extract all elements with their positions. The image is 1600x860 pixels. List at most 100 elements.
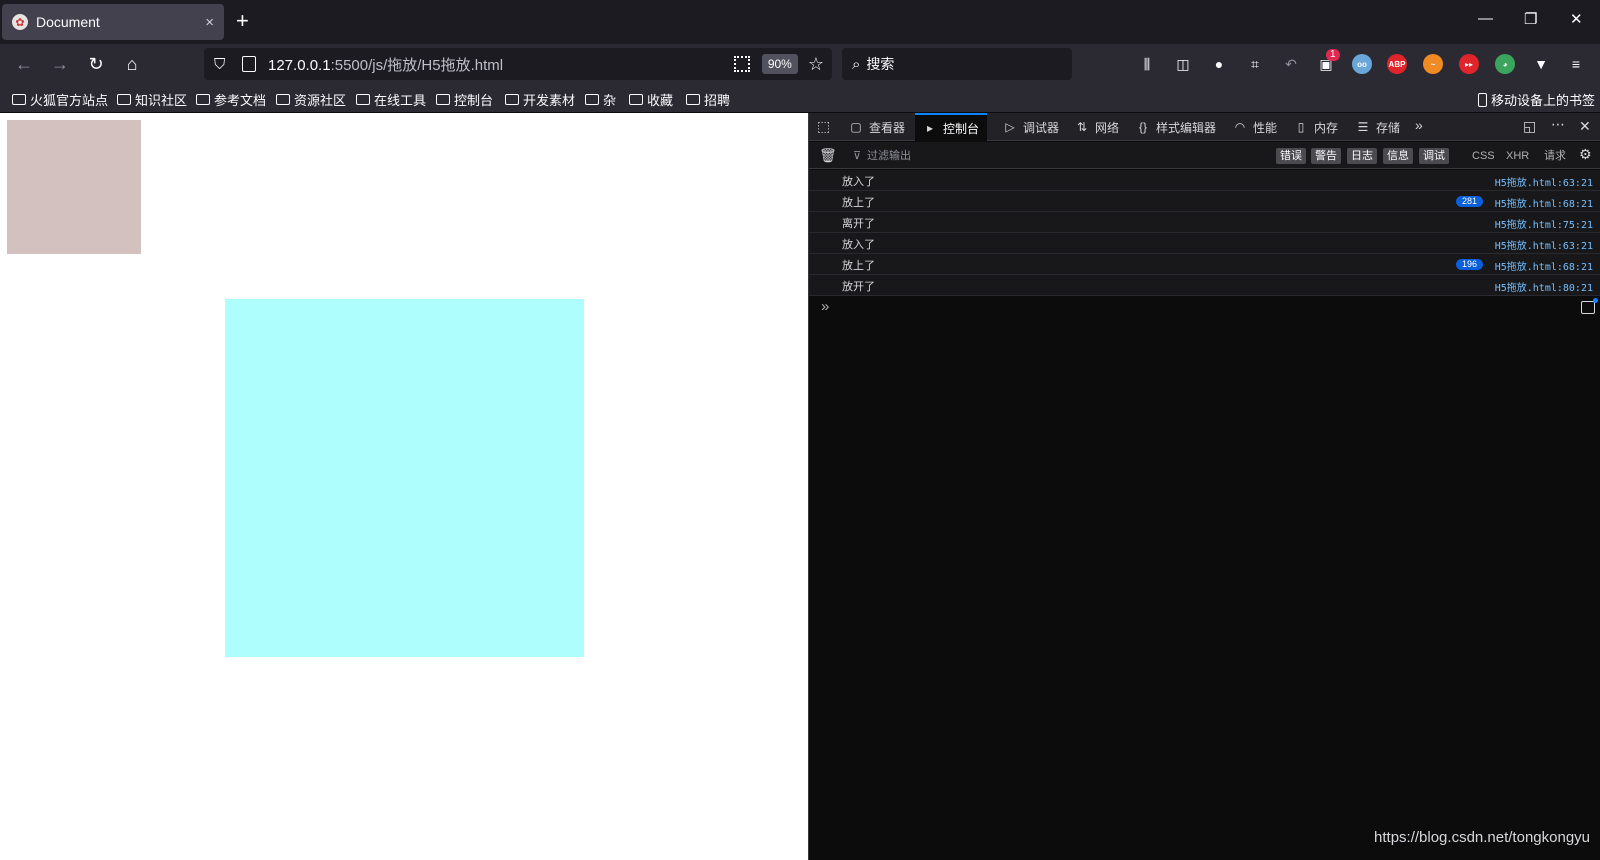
folder-icon [585, 94, 599, 105]
minimize-button[interactable]: — [1478, 10, 1493, 27]
log-source-link[interactable]: H5拖放.html:63:21 [1495, 237, 1593, 252]
tab-memory[interactable]: ▯ 内存 [1288, 113, 1344, 141]
tab-console[interactable]: ▸ 控制台 [915, 113, 988, 141]
console-log: 放入了 H5拖放.html:63:21 放上了 281 H5拖放.html:68… [809, 170, 1600, 296]
tab-debugger[interactable]: ▷ 调试器 [997, 113, 1065, 141]
tab-storage[interactable]: ☰ 存储 [1350, 113, 1406, 141]
bookmark-label: 资源社区 [294, 93, 347, 108]
repeat-count-badge: 196 [1455, 259, 1483, 270]
owl-extension-icon[interactable]: oo [1352, 54, 1372, 74]
log-source-link[interactable]: H5拖放.html:75:21 [1495, 216, 1593, 231]
browser-tab[interactable]: ✿ Document × [2, 4, 224, 40]
tab-performance[interactable]: ◠ 性能 [1227, 113, 1283, 141]
level-errors[interactable]: 错误 [1276, 148, 1306, 164]
orange-extension-icon[interactable]: ~ [1423, 54, 1443, 74]
search-bar[interactable]: ⌕ 搜索 [842, 48, 1072, 80]
trash-icon[interactable]: 🗑 [819, 147, 837, 164]
reload-button[interactable]: ↻ [84, 52, 108, 76]
zoom-indicator[interactable]: 90% [761, 54, 798, 74]
tab-label: 内存 [1314, 120, 1339, 135]
menu-icon[interactable]: ≡ [1566, 54, 1586, 74]
bookmark-label: 在线工具 [374, 93, 427, 108]
bookmark-folder[interactable]: 知识社区 [117, 90, 187, 109]
tab-close-icon[interactable]: × [205, 14, 214, 31]
watermark: https://blog.csdn.net/tongkongyu [1374, 829, 1590, 846]
tab-title: Document [36, 14, 100, 30]
gear-icon[interactable]: ⚙ [1579, 146, 1592, 163]
folder-icon [276, 94, 290, 105]
home-button[interactable]: ⌂ [120, 52, 144, 76]
bookmark-label: 杂 [603, 93, 617, 108]
address-bar[interactable]: ⛉ 127.0.0.1:5500/js/拖放/H5拖放.html 90% ☆ [204, 48, 832, 80]
log-source-link[interactable]: H5拖放.html:80:21 [1495, 279, 1593, 294]
back-button[interactable]: ← [12, 52, 36, 76]
more-tabs-icon[interactable]: » [1415, 117, 1423, 133]
window-close-button[interactable]: ✕ [1570, 10, 1583, 28]
devtools-panel: ⬚ ▢ 查看器 ▸ 控制台 ▷ 调试器 ⇅ 网络 {} 样式编辑器 ◠ 性能 ▯ 内存 ☰ 存储… [808, 113, 1600, 860]
log-row: 放入了 H5拖放.html:63:21 [809, 170, 1600, 191]
level-debug[interactable]: 调试 [1419, 148, 1449, 164]
bookmark-label: 开发素材 [523, 93, 576, 108]
page-icon [242, 56, 256, 72]
tab-inspector[interactable]: ▢ 查看器 [843, 113, 911, 141]
mobile-bookmarks[interactable]: 移动设备上的书签 [1478, 90, 1595, 109]
color-extension-icon[interactable]: ◕ [1495, 54, 1515, 74]
dock-icon[interactable]: ◱ [1523, 118, 1536, 135]
video-extension-icon[interactable]: ▸▸ [1459, 54, 1479, 74]
level-warnings[interactable]: 警告 [1311, 148, 1341, 164]
bookmark-folder[interactable]: 杂 [585, 90, 616, 109]
level-logs[interactable]: 日志 [1347, 148, 1377, 164]
drop-target-box[interactable] [225, 299, 584, 657]
tab-label: 查看器 [869, 120, 906, 135]
vimium-icon[interactable]: ▼ [1531, 54, 1551, 74]
memory-icon: ▯ [1297, 120, 1305, 134]
filter-input[interactable]: 过滤输出 [867, 148, 911, 164]
filter-requests[interactable]: 请求 [1544, 148, 1566, 164]
bookmark-folder[interactable]: 资源社区 [276, 90, 346, 109]
storage-icon: ☰ [1357, 120, 1369, 134]
library-icon[interactable]: ⫼ [1137, 54, 1157, 74]
split-editor-icon[interactable] [1581, 301, 1595, 314]
level-info[interactable]: 信息 [1383, 148, 1413, 164]
bookmark-folder[interactable]: 在线工具 [356, 90, 426, 109]
search-icon: ⌕ [852, 55, 861, 73]
bookmark-label: 移动设备上的书签 [1491, 93, 1596, 108]
crop-icon[interactable]: ⌗ [1245, 54, 1265, 74]
log-row: 放上了 196 H5拖放.html:68:21 [809, 254, 1600, 275]
log-source-link[interactable]: H5拖放.html:68:21 [1495, 258, 1593, 273]
qr-code-icon[interactable] [733, 56, 750, 72]
new-tab-button[interactable]: + [236, 10, 249, 32]
bookmark-folder[interactable]: 控制台 [436, 90, 493, 109]
undo-icon[interactable]: ↶ [1281, 54, 1301, 74]
shield-icon[interactable]: ⛉ [214, 56, 230, 73]
draggable-box[interactable] [7, 120, 141, 254]
log-source-link[interactable]: H5拖放.html:63:21 [1495, 174, 1593, 189]
bookmark-folder[interactable]: 收藏 [629, 90, 673, 109]
log-message: 放上了 [842, 197, 875, 209]
account-icon[interactable]: ● [1209, 54, 1229, 74]
filter-xhr[interactable]: XHR [1506, 148, 1529, 164]
phone-icon [1478, 92, 1487, 107]
bookmark-folder[interactable]: 开发素材 [505, 90, 575, 109]
tab-style-editor[interactable]: {} 样式编辑器 [1130, 113, 1222, 141]
url-text[interactable]: 127.0.0.1:5500/js/拖放/H5拖放.html [268, 54, 734, 75]
bookmark-folder[interactable]: 招聘 [686, 90, 730, 109]
console-input[interactable]: » [809, 297, 1600, 321]
url-path: :5500/js/拖放/H5拖放.html [330, 56, 504, 74]
more-options-icon[interactable]: ⋯ [1551, 116, 1565, 133]
tab-network[interactable]: ⇅ 网络 [1069, 113, 1125, 141]
forward-button[interactable]: → [48, 52, 72, 76]
sidebar-icon[interactable]: ◫ [1173, 54, 1193, 74]
log-source-link[interactable]: H5拖放.html:68:21 [1495, 195, 1593, 210]
close-devtools-icon[interactable]: ✕ [1579, 118, 1591, 135]
adblock-plus-icon[interactable]: ABP [1387, 54, 1407, 74]
filter-css[interactable]: CSS [1472, 148, 1495, 164]
element-picker-icon[interactable]: ⬚ [817, 118, 830, 135]
search-placeholder: 搜索 [866, 56, 895, 72]
bookmark-folder[interactable]: 参考文档 [196, 90, 266, 109]
tab-label: 控制台 [943, 121, 980, 136]
devtools-toolbar: ⬚ ▢ 查看器 ▸ 控制台 ▷ 调试器 ⇅ 网络 {} 样式编辑器 ◠ 性能 ▯ 内存 ☰ 存储… [809, 113, 1600, 141]
restore-button[interactable]: ❐ [1524, 10, 1537, 28]
bookmark-star-icon[interactable]: ☆ [808, 54, 824, 75]
bookmark-folder[interactable]: 火狐官方站点 [12, 90, 108, 109]
